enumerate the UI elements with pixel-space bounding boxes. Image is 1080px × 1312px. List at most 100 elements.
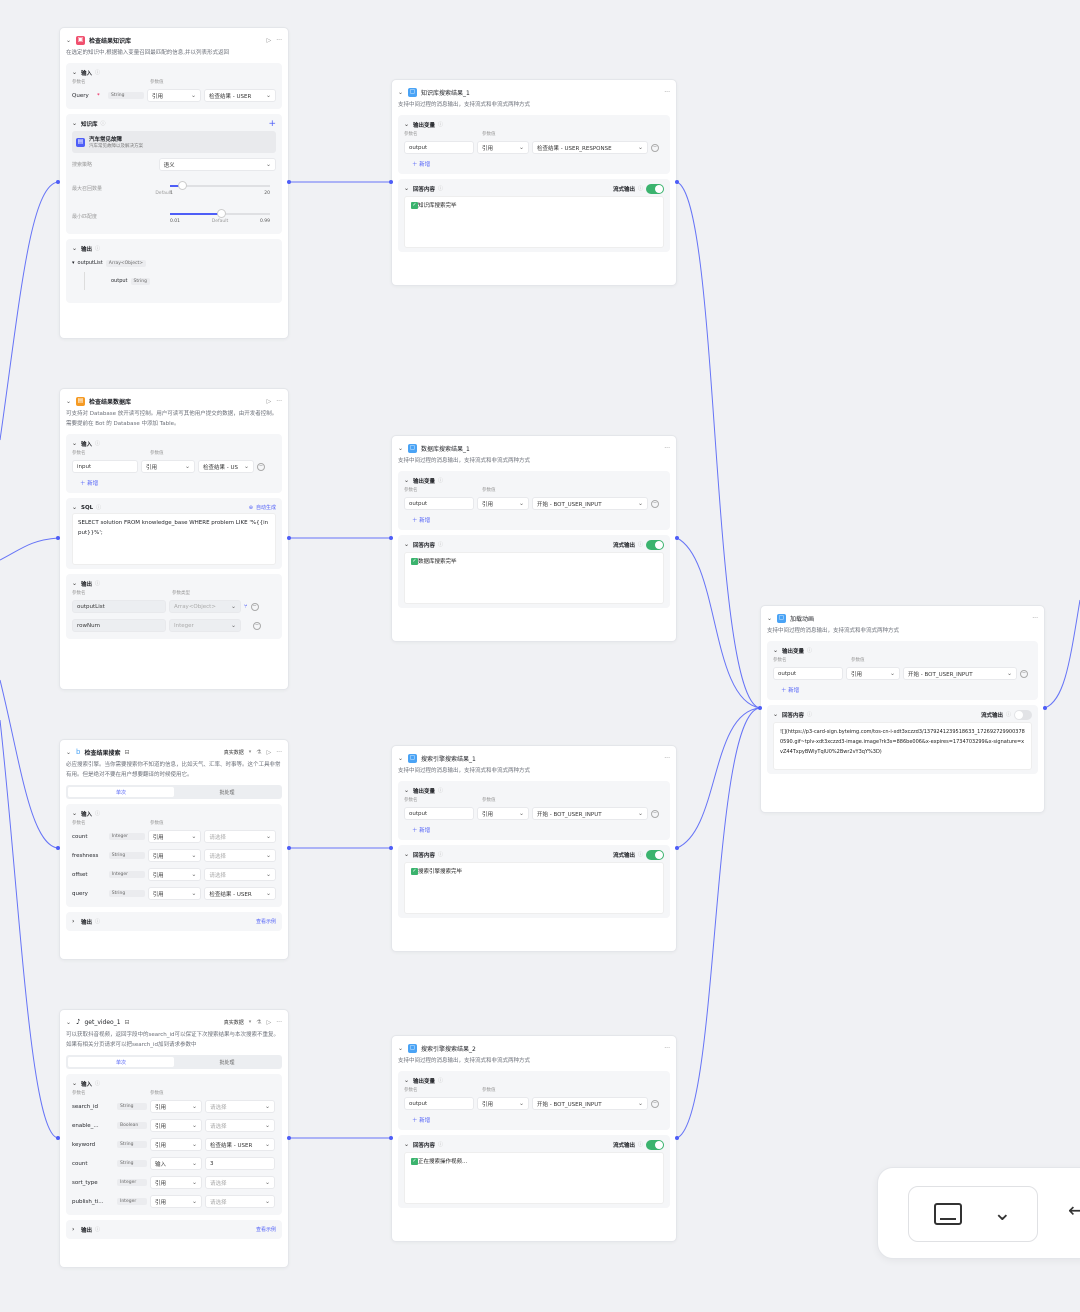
run-icon[interactable]: ▷ (267, 1019, 272, 1026)
value-select[interactable]: 开始 - BOT_USER_INPUT (532, 497, 648, 510)
run-icon[interactable]: ▷ (267, 37, 272, 44)
value-select[interactable]: 检查结果 - USER_RESPONSE (532, 141, 648, 154)
message-node[interactable]: ⌄ ▢ 数据库搜索结果_1 ··· 支持中间过程的消息输出，支持流式和非流式两种… (391, 435, 677, 642)
remove-icon[interactable]: − (651, 143, 659, 152)
answer-editor[interactable]: ✓知识库搜索完毕 (404, 196, 664, 248)
output-port[interactable] (675, 846, 679, 850)
collapse-chevron-icon[interactable]: ⌄ (398, 445, 404, 452)
collapse-chevron-icon[interactable]: ⌄ (773, 647, 779, 654)
collapse-chevron-icon[interactable]: ⌄ (72, 1080, 78, 1087)
ref-select[interactable]: 引用 (477, 141, 529, 154)
input-port[interactable] (56, 1136, 60, 1140)
collapse-chevron-icon[interactable]: ⌄ (72, 580, 78, 587)
chevron-down-icon[interactable]: ⌄ (993, 1203, 1011, 1225)
stream-toggle[interactable] (1014, 709, 1032, 720)
remove-icon[interactable]: − (651, 1099, 659, 1108)
output-port[interactable] (287, 180, 291, 184)
value-select[interactable]: 请选择 (204, 849, 276, 862)
value-select[interactable]: 开始 - BOT_USER_INPUT (903, 667, 1017, 680)
more-icon[interactable]: ··· (664, 1045, 670, 1052)
add-button[interactable]: ＋ 新增 (404, 157, 664, 170)
value-select[interactable]: 检查结果 - USER (205, 1138, 275, 1151)
add-button[interactable]: ＋ 新增 (773, 683, 1032, 696)
param-name-input[interactable]: input (72, 460, 138, 473)
answer-editor[interactable]: ✓数据库搜索完毕 (404, 552, 664, 604)
input-port[interactable] (389, 846, 393, 850)
ref-select[interactable]: 引用 (150, 1119, 202, 1132)
remove-icon[interactable]: − (257, 462, 265, 471)
search-plugin-node[interactable]: ⌄ b 检查结果搜索 ⊟ 真实数据 ▾ ⚗ ▷ ··· 必应搜索引擎。当你需要搜索你不知… (59, 739, 289, 960)
more-icon[interactable]: ··· (664, 755, 670, 762)
collapse-chevron-icon[interactable]: ⌄ (398, 755, 404, 762)
input-port[interactable] (758, 706, 762, 710)
tab-batch[interactable]: 批处理 (174, 787, 280, 797)
value-select[interactable]: 检查结果 - USER (204, 89, 276, 102)
stream-toggle[interactable] (646, 849, 664, 860)
more-icon[interactable]: ··· (276, 37, 282, 44)
collapse-chevron-icon[interactable]: ⌄ (404, 1141, 410, 1148)
input-port[interactable] (389, 180, 393, 184)
real-data-toggle[interactable]: 真实数据 (224, 1019, 244, 1026)
database-node[interactable]: ⌄ ▤ 检查结果数据库 ▷ ··· 可支持对 Database 放开读写控制。用户… (59, 388, 289, 690)
value-select[interactable]: 请选择 (205, 1119, 275, 1132)
ref-select[interactable]: 引用 (141, 460, 195, 473)
more-icon[interactable]: ··· (276, 749, 282, 756)
collapse-chevron-icon[interactable]: ⌄ (72, 504, 78, 511)
add-button[interactable]: ＋ 新增 (404, 1113, 664, 1126)
ref-select[interactable]: 引用 (477, 497, 529, 510)
knowledge-node[interactable]: ⌄ ▣ 检查结果知识库 ▷ ··· 在选定的知识中,根据输入变量召回最匹配的信息,… (59, 27, 289, 339)
message-node[interactable]: ⌄ ▢ 搜索引擎搜索结果_2 ··· 支持中间过程的消息输出，支持流式和非流式两… (391, 1035, 677, 1242)
view-example-link[interactable]: 查看示例 (256, 1226, 276, 1233)
panel-icon[interactable] (934, 1203, 963, 1225)
tab-single[interactable]: 单次 (68, 787, 174, 797)
value-select[interactable]: 检查结果 - USER (204, 887, 276, 900)
tab-single[interactable]: 单次 (68, 1057, 174, 1067)
collapse-chevron-icon[interactable]: ⌄ (404, 541, 410, 548)
input-port[interactable] (56, 180, 60, 184)
arrow-left-icon[interactable]: ← (1068, 1198, 1080, 1222)
var-name-input[interactable]: output (404, 141, 474, 154)
output-port[interactable] (675, 180, 679, 184)
more-icon[interactable]: ··· (276, 1019, 282, 1026)
output-port[interactable] (287, 1136, 291, 1140)
value-select[interactable]: 请选择 (204, 868, 276, 881)
run-icon[interactable]: ▷ (267, 398, 272, 405)
remove-icon[interactable]: − (253, 621, 261, 630)
ref-select[interactable]: 引用 (846, 667, 900, 680)
answer-editor[interactable]: ![](https://p3-card-sign.byteimg.com/tos… (773, 722, 1032, 770)
var-name-input[interactable]: output (773, 667, 843, 680)
value-select[interactable]: 检查结果 - US (198, 460, 254, 473)
ref-select[interactable]: 引用 (147, 868, 202, 881)
collapse-chevron-icon[interactable]: ⌄ (404, 787, 410, 794)
value-input[interactable]: 3 (205, 1157, 275, 1170)
collapse-chevron-icon[interactable]: ⌄ (72, 245, 78, 252)
ref-select[interactable]: 输入 (150, 1157, 202, 1170)
collapse-chevron-icon[interactable]: ⌄ (398, 1045, 404, 1052)
tab-batch[interactable]: 批处理 (174, 1057, 280, 1067)
expand-chevron-icon[interactable]: › (72, 918, 78, 925)
ref-select[interactable]: 引用 (150, 1195, 202, 1208)
add-button[interactable]: ＋ 新增 (404, 823, 664, 836)
ref-select[interactable]: 引用 (147, 830, 202, 843)
answer-editor[interactable]: ✓正在搜索操作视频... (404, 1152, 664, 1204)
collapse-chevron-icon[interactable]: ⌄ (66, 1019, 72, 1026)
output-port[interactable] (675, 536, 679, 540)
ref-select[interactable]: 引用 (150, 1100, 202, 1113)
value-select[interactable]: 开始 - BOT_USER_INPUT (532, 807, 648, 820)
output-port[interactable] (1043, 706, 1047, 710)
collapse-chevron-icon[interactable]: ⌄ (404, 121, 410, 128)
value-select[interactable]: 请选择 (204, 830, 276, 843)
value-select[interactable]: 开始 - BOT_USER_INPUT (532, 1097, 648, 1110)
add-knowledge-icon[interactable]: + (268, 119, 276, 129)
output-port[interactable] (287, 536, 291, 540)
var-name-input[interactable]: output (404, 807, 474, 820)
add-button[interactable]: ＋ 新增 (404, 513, 664, 526)
value-select[interactable]: 请选择 (205, 1100, 275, 1113)
slider-thumb[interactable] (178, 181, 187, 190)
collapse-chevron-icon[interactable]: ⌄ (72, 440, 78, 447)
ref-select[interactable]: 引用 (150, 1138, 202, 1151)
collapse-chevron-icon[interactable]: ⌄ (404, 1077, 410, 1084)
value-select[interactable]: 请选择 (205, 1176, 275, 1189)
more-icon[interactable]: ··· (664, 89, 670, 96)
more-icon[interactable]: ··· (664, 445, 670, 452)
